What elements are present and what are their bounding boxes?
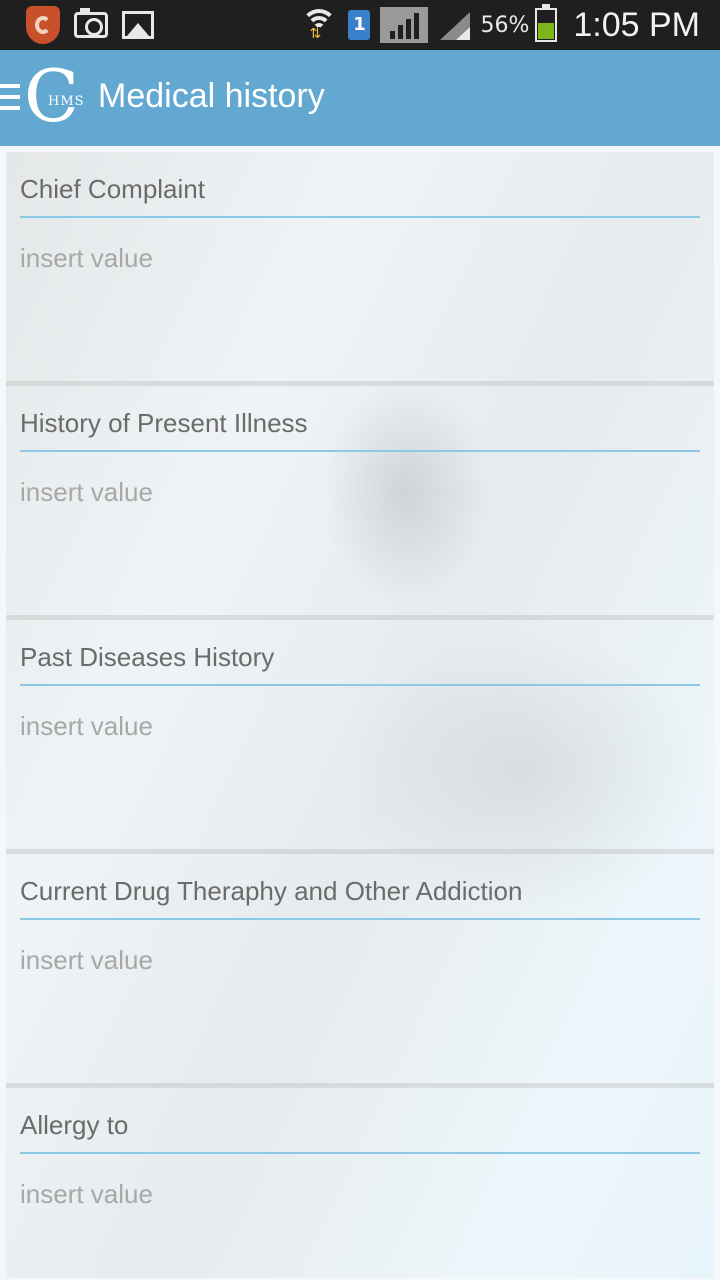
section-drug-therapy: Current Drug Theraphy and Other Addictio… [6, 854, 714, 1088]
drug-therapy-input[interactable] [20, 940, 700, 980]
field-label: Current Drug Theraphy and Other Addictio… [20, 876, 523, 906]
field-underline [20, 216, 700, 218]
section-past-diseases: Past Diseases History [6, 620, 714, 854]
field-underline [20, 450, 700, 452]
chief-complaint-input[interactable] [20, 238, 700, 278]
system-icons: ⇅ 1 56% 1:05 PM [300, 4, 700, 46]
section-allergy: Allergy to [6, 1088, 714, 1280]
sim-icon: 1 [348, 10, 371, 40]
field-label: Chief Complaint [20, 174, 205, 204]
notification-icons [26, 6, 154, 44]
battery-icon [535, 4, 558, 42]
shield-app-icon [26, 6, 60, 44]
gallery-icon [122, 11, 154, 39]
field-label: History of Present Illness [20, 408, 308, 438]
menu-icon[interactable] [0, 84, 20, 110]
status-bar: ⇅ 1 56% 1:05 PM [0, 0, 720, 50]
signal-icon [380, 7, 429, 43]
field-underline [20, 1152, 700, 1154]
field-label: Allergy to [20, 1110, 129, 1140]
app-logo[interactable]: C HMS [24, 60, 92, 132]
page-title: Medical history [98, 77, 325, 115]
past-diseases-input[interactable] [20, 706, 700, 746]
wifi-icon: ⇅ [300, 7, 338, 43]
logo-text: HMS [48, 94, 85, 109]
clock: 1:05 PM [573, 5, 700, 44]
field-underline [20, 684, 700, 686]
action-bar: C HMS Medical history [0, 50, 720, 146]
field-underline [20, 918, 700, 920]
allergy-input[interactable] [20, 1174, 700, 1214]
camera-icon [74, 8, 108, 38]
section-chief-complaint: Chief Complaint [6, 152, 714, 386]
battery-percent: 56% [480, 12, 530, 38]
present-illness-input[interactable] [20, 472, 700, 512]
content-area[interactable]: Chief Complaint History of Present Illne… [0, 146, 720, 1280]
section-present-illness: History of Present Illness [6, 386, 714, 620]
field-label: Past Diseases History [20, 642, 275, 672]
signal-secondary-icon [438, 10, 471, 40]
